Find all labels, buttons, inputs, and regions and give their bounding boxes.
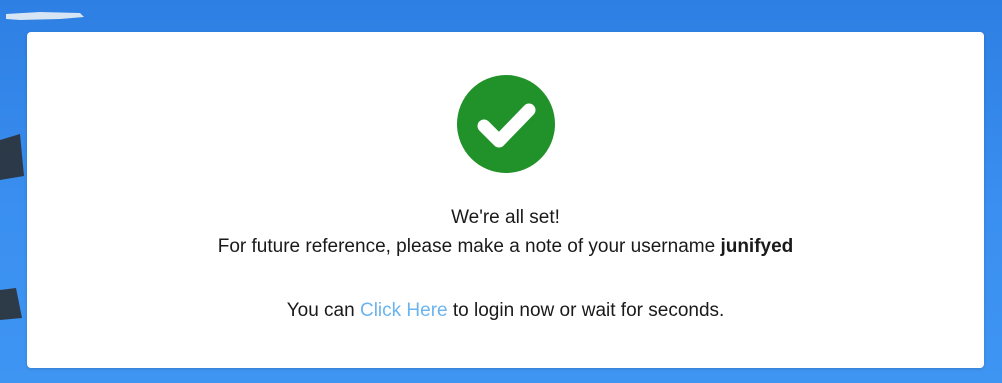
username-value: junifyed xyxy=(720,236,794,257)
success-check-icon xyxy=(457,75,555,173)
login-prefix-text: You can xyxy=(286,300,355,321)
login-suffix-text: to login now or wait for seconds. xyxy=(452,300,725,321)
username-note-text: For future reference, please make a note… xyxy=(217,236,716,257)
username-note: For future reference, please make a note… xyxy=(27,233,984,261)
click-here-login-link[interactable]: Click Here xyxy=(360,300,448,321)
success-title: We're all set! xyxy=(451,207,560,228)
login-message: You can Click Here to login now or wait … xyxy=(27,297,984,325)
confirmation-card: We're all set! For future reference, ple… xyxy=(27,32,984,368)
